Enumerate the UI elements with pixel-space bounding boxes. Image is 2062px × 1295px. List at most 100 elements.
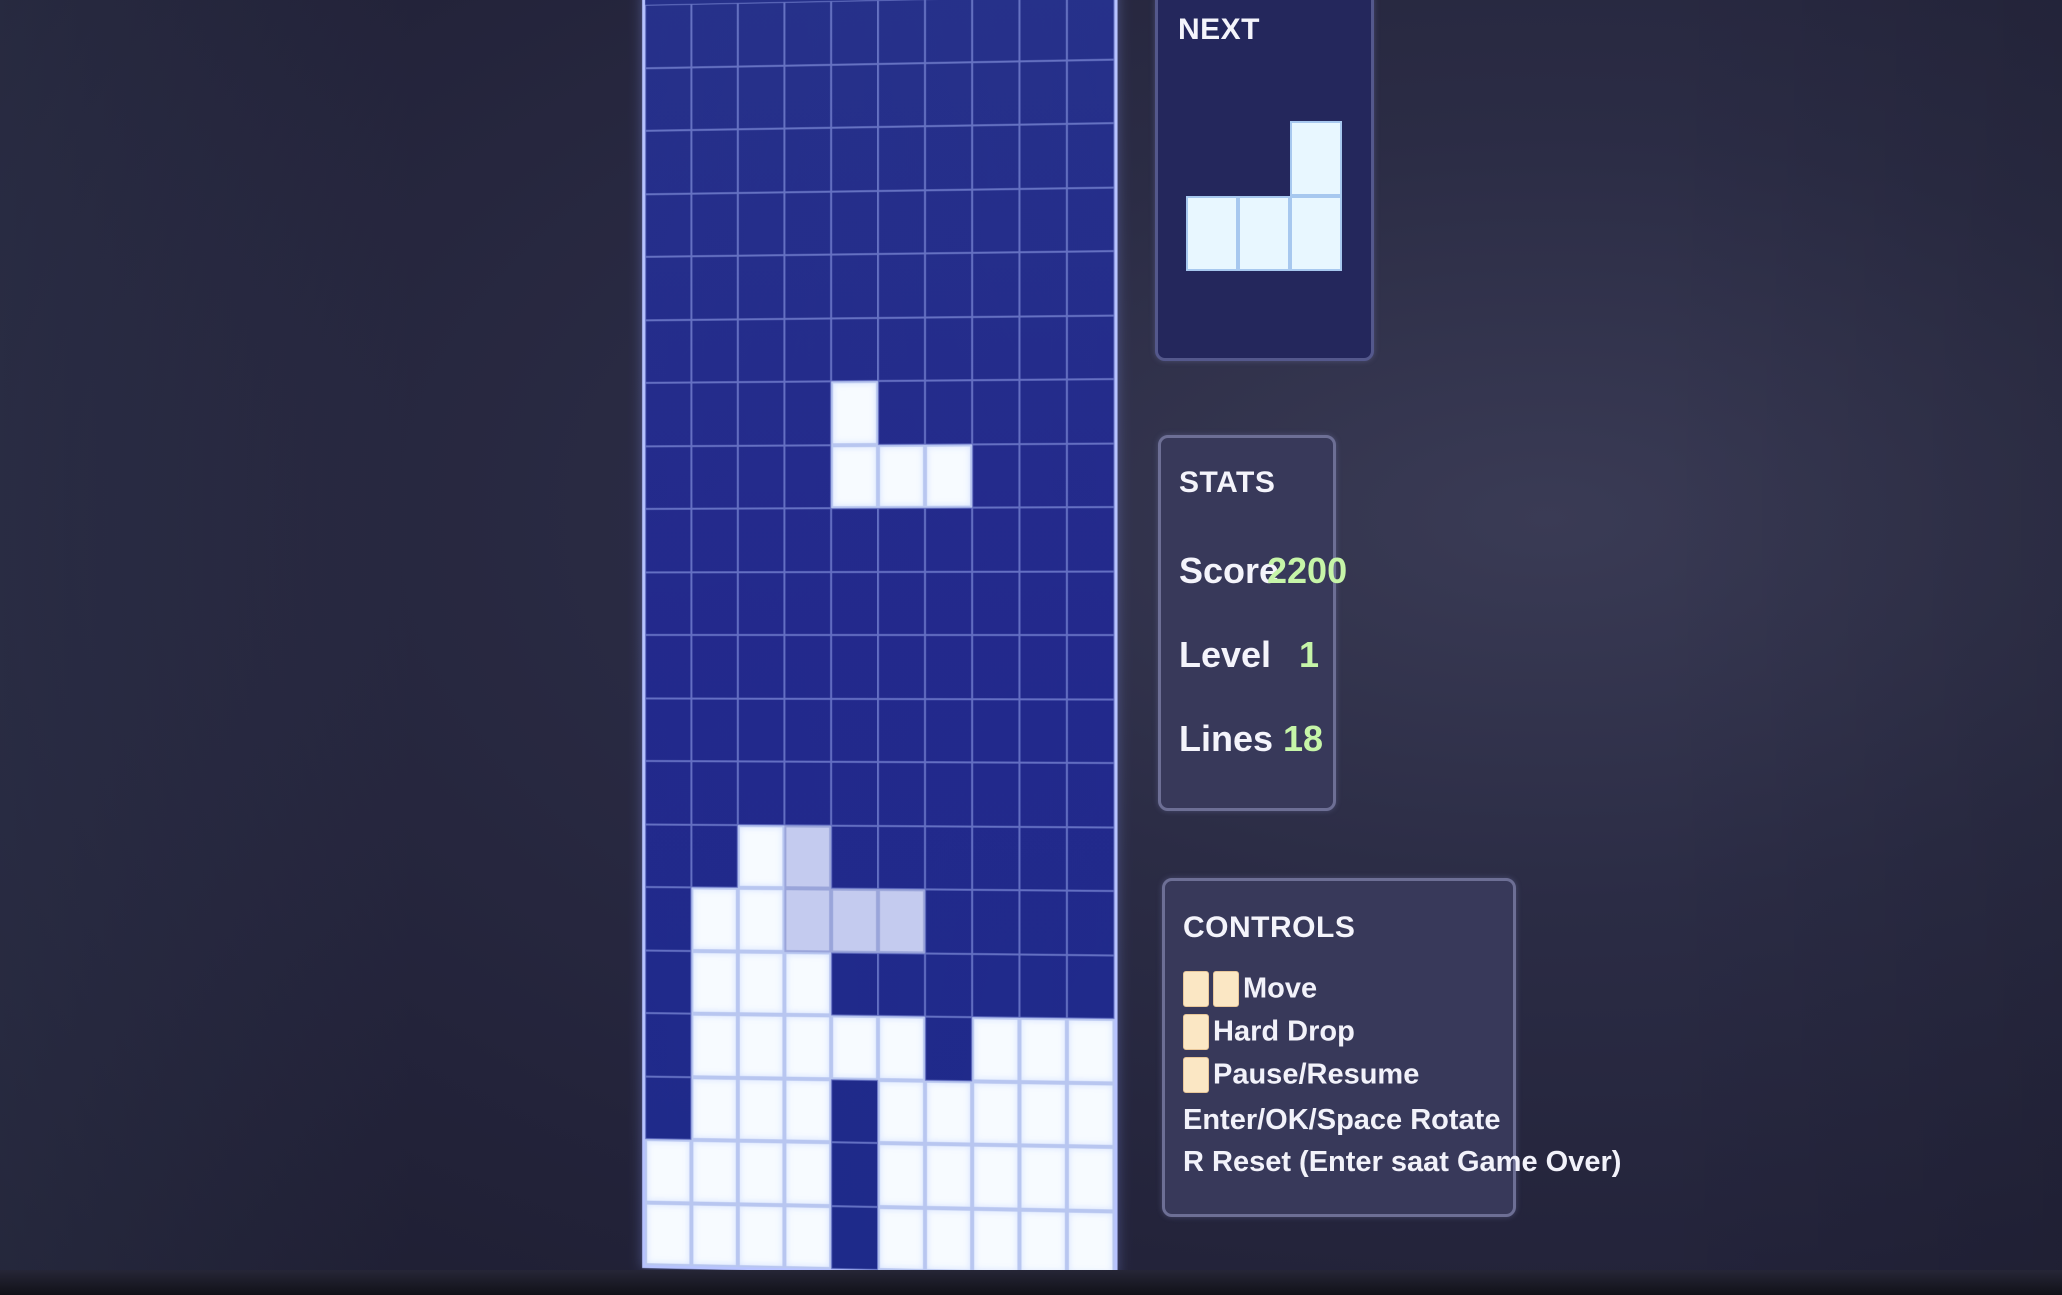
empty-cell bbox=[972, 889, 1020, 954]
empty-cell bbox=[972, 635, 1020, 699]
empty-cell bbox=[645, 950, 692, 1014]
empty-cell bbox=[691, 382, 738, 446]
empty-cell bbox=[645, 130, 692, 194]
empty-cell bbox=[972, 316, 1020, 381]
locked-block bbox=[784, 1204, 832, 1270]
empty-cell bbox=[925, 316, 973, 381]
lines-row: Lines 18 bbox=[1179, 718, 1323, 760]
empty-cell bbox=[831, 634, 878, 699]
empty-cell bbox=[691, 824, 738, 888]
empty-cell bbox=[972, 379, 1020, 444]
left-arrow-key-icon bbox=[1183, 971, 1209, 1007]
empty-cell bbox=[831, 825, 878, 889]
empty-cell bbox=[831, 190, 878, 255]
empty-cell bbox=[878, 0, 926, 64]
locked-block bbox=[691, 1013, 738, 1078]
empty-cell bbox=[1066, 315, 1115, 380]
empty-cell bbox=[784, 634, 832, 699]
empty-cell bbox=[1066, 571, 1115, 636]
locked-block bbox=[1019, 1145, 1067, 1211]
locked-block bbox=[737, 824, 785, 889]
locked-block bbox=[878, 1079, 926, 1144]
lines-value: 18 bbox=[1283, 718, 1324, 759]
empty-cell bbox=[1066, 251, 1115, 316]
locked-block bbox=[972, 1208, 1020, 1273]
down-arrow-key-icon bbox=[1183, 1014, 1209, 1050]
empty-cell bbox=[1066, 507, 1115, 572]
empty-cell bbox=[1066, 890, 1115, 956]
empty-cell bbox=[1019, 698, 1067, 763]
level-label: Level bbox=[1179, 634, 1272, 675]
locked-block bbox=[1066, 1082, 1115, 1147]
empty-cell bbox=[972, 252, 1020, 317]
empty-cell bbox=[645, 887, 692, 951]
locked-block bbox=[691, 1076, 738, 1141]
empty-cell bbox=[972, 0, 1020, 62]
empty-cell bbox=[784, 64, 832, 129]
locked-block bbox=[925, 1080, 973, 1145]
empty-cell bbox=[645, 1013, 692, 1077]
empty-cell bbox=[878, 571, 926, 636]
empty-cell bbox=[737, 698, 785, 762]
locked-block bbox=[737, 1203, 785, 1269]
empty-cell bbox=[1019, 762, 1067, 827]
empty-cell bbox=[878, 698, 926, 763]
empty-cell bbox=[878, 762, 926, 826]
empty-cell bbox=[878, 507, 926, 572]
empty-cell bbox=[645, 256, 692, 320]
locked-block bbox=[784, 951, 832, 1016]
empty-cell bbox=[925, 1016, 973, 1081]
empty-cell bbox=[784, 698, 832, 762]
empty-cell bbox=[925, 698, 973, 763]
locked-block bbox=[784, 1078, 832, 1143]
empty-cell bbox=[878, 253, 926, 318]
empty-cell bbox=[1066, 59, 1115, 124]
empty-cell bbox=[645, 760, 692, 825]
active-piece-block bbox=[831, 444, 878, 509]
empty-cell bbox=[925, 189, 973, 254]
next-piece-block bbox=[1238, 196, 1290, 271]
empty-cell bbox=[1066, 187, 1115, 252]
locked-block bbox=[737, 1140, 785, 1205]
empty-cell bbox=[737, 191, 785, 256]
empty-cell bbox=[925, 952, 973, 1018]
empty-cell bbox=[878, 189, 926, 254]
reset-label: R Reset (Enter saat Game Over) bbox=[1183, 1145, 1622, 1178]
empty-cell bbox=[1066, 698, 1115, 764]
empty-cell bbox=[831, 254, 878, 318]
move-label: Move bbox=[1243, 972, 1318, 1005]
locked-block bbox=[1019, 1017, 1067, 1083]
empty-cell bbox=[831, 1142, 878, 1207]
empty-cell bbox=[645, 824, 692, 888]
locked-block bbox=[737, 951, 785, 1015]
locked-block bbox=[878, 1016, 926, 1081]
empty-cell bbox=[1019, 251, 1067, 317]
empty-cell bbox=[737, 634, 785, 699]
locked-block bbox=[1066, 1146, 1115, 1211]
pause-label: Pause/Resume bbox=[1213, 1058, 1420, 1091]
empty-cell bbox=[925, 889, 973, 954]
empty-cell bbox=[1019, 315, 1067, 380]
empty-cell bbox=[925, 61, 973, 127]
empty-cell bbox=[972, 953, 1020, 1018]
empty-cell bbox=[925, 635, 973, 699]
empty-cell bbox=[691, 318, 738, 383]
empty-cell bbox=[1019, 443, 1067, 508]
control-rotate: Enter/OK/Space Rotate bbox=[1183, 1103, 1500, 1137]
empty-cell bbox=[1066, 635, 1115, 700]
empty-cell bbox=[831, 317, 878, 382]
empty-cell bbox=[1019, 571, 1067, 636]
empty-cell bbox=[784, 508, 832, 572]
empty-cell bbox=[1019, 635, 1067, 699]
empty-cell bbox=[878, 380, 926, 445]
controls-panel-title: CONTROLS bbox=[1183, 911, 1356, 944]
empty-cell bbox=[645, 697, 692, 762]
empty-cell bbox=[1019, 379, 1067, 444]
empty-cell bbox=[784, 761, 832, 826]
empty-cell bbox=[1066, 123, 1115, 188]
empty-cell bbox=[925, 571, 973, 636]
active-piece-block bbox=[878, 444, 926, 508]
locked-block bbox=[878, 1143, 926, 1208]
empty-cell bbox=[878, 126, 926, 191]
next-piece-block bbox=[1186, 196, 1238, 271]
